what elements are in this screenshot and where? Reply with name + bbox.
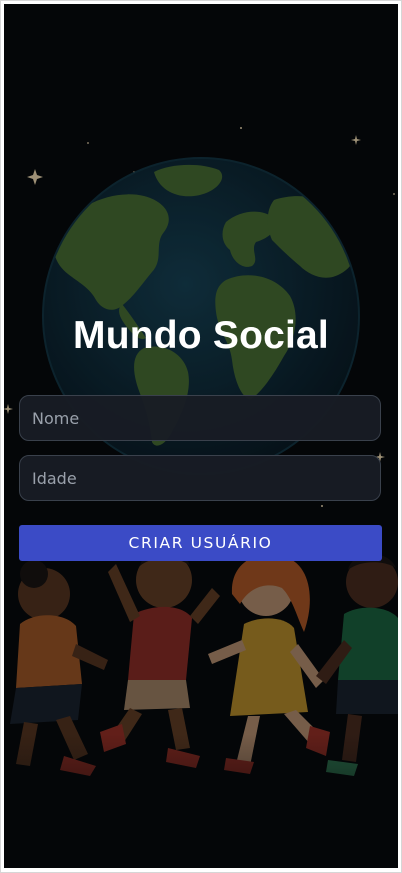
name-input[interactable] [19,395,381,441]
phone-frame: Mundo Social CRIAR USUÁRIO [0,0,402,873]
app-title: Mundo Social [73,314,329,357]
create-user-button[interactable]: CRIAR USUÁRIO [19,525,382,561]
age-input[interactable] [19,455,381,501]
app-screen: Mundo Social CRIAR USUÁRIO [4,4,398,868]
